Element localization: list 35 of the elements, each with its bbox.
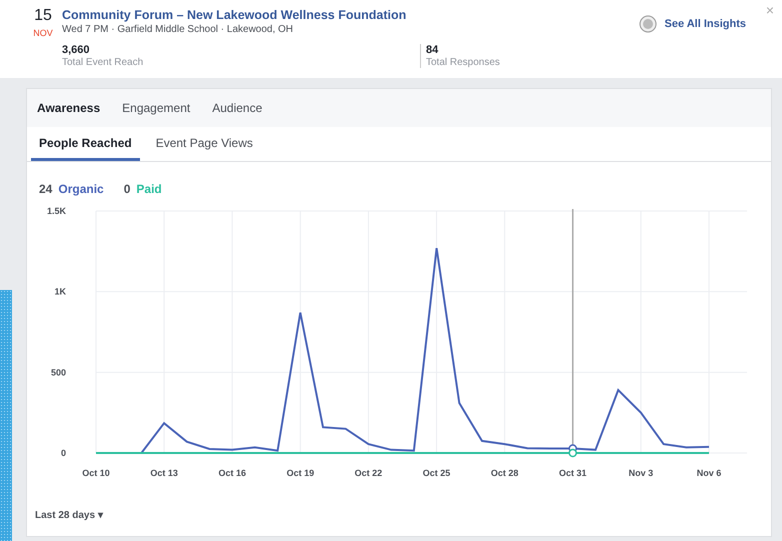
event-day: 15 [34, 7, 52, 25]
legend-label: Organic [58, 182, 104, 196]
sub-tab[interactable]: Event Page Views [148, 127, 261, 161]
x-tick-label: Oct 22 [354, 468, 382, 478]
y-tick-label: 1K [54, 286, 66, 297]
legend-label: Paid [136, 182, 162, 196]
x-tick-label: Nov 3 [628, 468, 654, 478]
event-month: NOV [33, 28, 53, 38]
stat-label: Total Event Reach [62, 57, 144, 68]
stat-label: Total Responses [426, 57, 501, 68]
tab[interactable]: Awareness [37, 101, 108, 115]
x-tick-label: Oct 16 [218, 468, 246, 478]
hover-point [568, 448, 578, 458]
x-tick-label: Oct 31 [559, 468, 587, 478]
see-all-insights-link[interactable]: See All Insights [664, 18, 746, 30]
tab[interactable]: Audience [212, 101, 270, 115]
legend-count: 0 [124, 182, 130, 196]
event-title[interactable]: Community Forum – New Lakewood Wellness Foundation [62, 8, 406, 22]
x-tick-label: Oct 28 [490, 468, 518, 478]
x-tick-label: Oct 10 [82, 468, 110, 478]
stat-value: 3,660 [62, 44, 91, 56]
y-tick-label: 1.5K [46, 206, 66, 216]
sub-tab[interactable]: People Reached [31, 127, 140, 161]
date-range-dropdown[interactable]: Last 28 days ▾ [35, 509, 103, 521]
x-tick-label: Oct 25 [422, 468, 450, 478]
x-tick-label: Oct 19 [286, 468, 314, 478]
event-details: Wed 7 PM · Garfield Middle School · Lakewood, OH [62, 24, 294, 35]
tab[interactable]: Engagement [122, 101, 198, 115]
x-tick-label: Nov 6 [696, 468, 722, 478]
insights-icon [639, 15, 658, 33]
stat-value: 84 [426, 44, 440, 56]
x-tick-label: Oct 13 [150, 468, 178, 478]
y-tick-label: 0 [60, 448, 66, 458]
legend-count: 24 [39, 182, 52, 196]
y-tick-label: 500 [50, 367, 66, 378]
